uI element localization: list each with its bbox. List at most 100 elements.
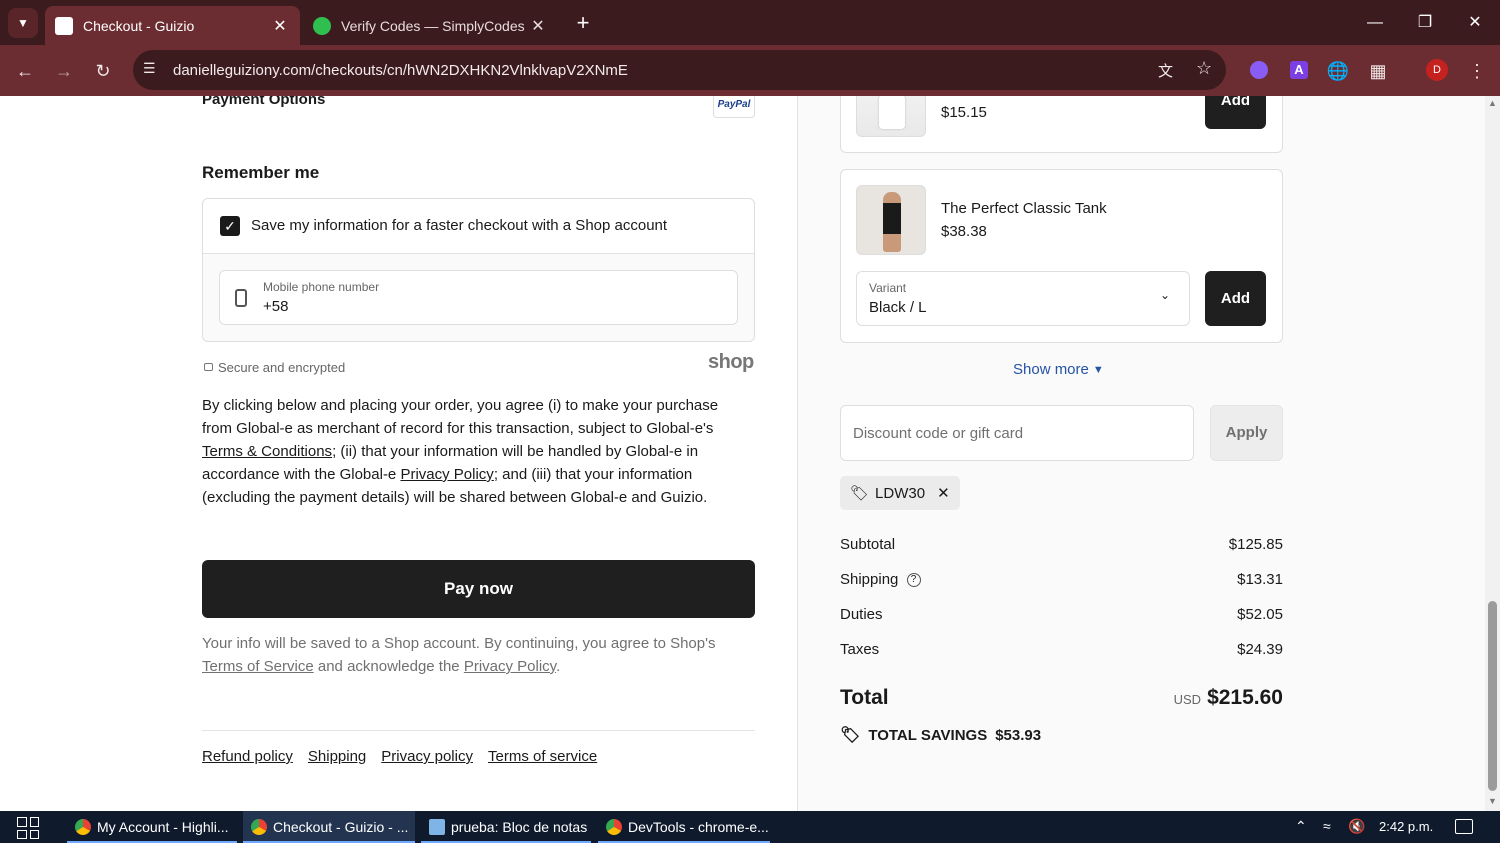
- extension-a-icon[interactable]: A: [1290, 61, 1308, 79]
- legal-text-part: By clicking below and placing your order…: [202, 397, 719, 437]
- grid-cell: [29, 817, 39, 827]
- browser-tab-strip: ▼ Checkout - Guizio ✕ Verify Codes — Sim…: [0, 0, 1500, 45]
- shop-privacy-link[interactable]: Privacy Policy: [464, 658, 556, 675]
- show-more-button[interactable]: Show more ▼: [1013, 361, 1104, 378]
- simplycodes-favicon-icon: [313, 16, 331, 35]
- total-row: Total USD $215.60: [840, 686, 1283, 710]
- close-tab-icon[interactable]: ✕: [528, 16, 548, 36]
- taskbar-item-label: prueba: Bloc de notas: [451, 819, 588, 835]
- summary-value: $13.31: [1237, 571, 1283, 588]
- shop-notice: Your info will be saved to a Shop accoun…: [202, 632, 755, 678]
- page-content: Payment Options PayPal Remember me ✓ Sav…: [0, 96, 1485, 811]
- refund-policy-link[interactable]: Refund policy: [202, 748, 293, 765]
- phone-field[interactable]: [219, 270, 738, 325]
- profile-avatar[interactable]: D: [1426, 59, 1448, 81]
- address-bar[interactable]: ☰ danielleguiziony.com/checkouts/cn/hWN2…: [133, 50, 1226, 90]
- applied-code: LDW30: [875, 484, 926, 502]
- secure-label: Secure and encrypted: [218, 360, 346, 375]
- remember-me-title: Remember me: [202, 163, 320, 182]
- tag-icon: 🏷: [850, 485, 870, 502]
- grid-cell: [17, 829, 27, 839]
- terms-of-service-link[interactable]: Terms of service: [488, 748, 597, 765]
- shipping-link[interactable]: Shipping: [308, 748, 366, 765]
- taskbar-item-checkout[interactable]: Checkout - Guizio - ...: [243, 811, 415, 843]
- globale-privacy-link[interactable]: Privacy Policy: [400, 466, 493, 483]
- forward-icon[interactable]: →: [50, 57, 78, 85]
- taskbar-item-notepad[interactable]: prueba: Bloc de notas: [421, 811, 591, 843]
- summary-label-wrap: Shipping ?: [840, 571, 921, 588]
- save-info-checkbox[interactable]: ✓: [220, 216, 240, 236]
- guizio-favicon-icon: [55, 16, 73, 35]
- tab-checkout[interactable]: Checkout - Guizio ✕: [45, 6, 300, 45]
- phone-field-value: +58: [263, 298, 289, 315]
- savings-label: TOTAL SAVINGS: [868, 726, 988, 744]
- mobile-phone-icon: [235, 289, 247, 307]
- bookmark-star-icon[interactable]: ☆: [1196, 58, 1212, 79]
- page-scrollbar[interactable]: ▲ ▼: [1485, 96, 1500, 811]
- help-icon[interactable]: ?: [906, 573, 921, 588]
- product-price: $38.38: [941, 223, 987, 240]
- shop-terms-link[interactable]: Terms of Service: [202, 658, 314, 675]
- start-grid-icon[interactable]: [17, 817, 39, 839]
- site-info-icon[interactable]: ☰: [143, 60, 156, 77]
- total-savings: 🏷 TOTAL SAVINGS $53.93: [840, 725, 1041, 745]
- grid-cell: [29, 829, 39, 839]
- variant-value: Black / L: [869, 299, 927, 316]
- extensions-puzzle-icon[interactable]: ▦: [1364, 57, 1392, 85]
- chrome-icon: [75, 819, 91, 835]
- taskbar-item-label: Checkout - Guizio - ...: [273, 819, 409, 835]
- product-name: The Perfect Classic Tank: [941, 200, 1107, 217]
- tab-verify-codes[interactable]: Verify Codes — SimplyCodes ✕: [303, 6, 558, 45]
- lock-icon: [204, 363, 213, 371]
- taskbar-item-my-account[interactable]: My Account - Highli...: [67, 811, 237, 843]
- total-currency: USD: [1173, 692, 1202, 707]
- terms-conditions-link[interactable]: Terms & Conditions: [202, 443, 332, 460]
- applied-discount-tag: 🏷 LDW30 ✕: [840, 476, 960, 510]
- extension-simplycodes-icon[interactable]: [1250, 61, 1268, 79]
- summary-value: $52.05: [1237, 606, 1283, 623]
- tab-search-button[interactable]: ▼: [8, 8, 38, 38]
- chrome-icon: [251, 819, 267, 835]
- tab-title: Checkout - Guizio: [83, 17, 195, 34]
- pay-now-button[interactable]: Pay now: [202, 560, 755, 618]
- savings-tag-icon: 🏷: [840, 727, 861, 744]
- apply-button[interactable]: Apply: [1210, 405, 1283, 461]
- reload-icon[interactable]: ↻: [89, 57, 117, 85]
- total-amount: USD $215.60: [1174, 686, 1283, 710]
- privacy-policy-link[interactable]: Privacy policy: [381, 748, 473, 765]
- extension-globe-icon[interactable]: 🌐: [1324, 57, 1352, 85]
- shop-logo: shop: [708, 351, 754, 373]
- minimize-icon[interactable]: —: [1360, 10, 1390, 36]
- new-tab-button[interactable]: +: [570, 10, 596, 36]
- remove-discount-icon[interactable]: ✕: [937, 484, 950, 502]
- legal-text: By clicking below and placing your order…: [202, 394, 742, 509]
- scrollbar-thumb[interactable]: [1488, 601, 1497, 791]
- footer-links: Refund policy Shipping Privacy policy Te…: [202, 748, 597, 765]
- translate-icon[interactable]: 文: [1158, 60, 1173, 81]
- taskbar-item-devtools[interactable]: DevTools - chrome-e...: [598, 811, 770, 843]
- add-upsell-button[interactable]: Add: [1205, 271, 1266, 326]
- volume-muted-icon[interactable]: 🔇: [1348, 818, 1365, 835]
- clock[interactable]: 2:42 p.m.: [1379, 819, 1433, 834]
- summary-label: Subtotal: [840, 536, 896, 553]
- menu-kebab-icon[interactable]: ⋮: [1463, 57, 1491, 85]
- variant-label: Variant: [869, 281, 907, 295]
- close-tab-icon[interactable]: ✕: [270, 16, 290, 36]
- notifications-icon[interactable]: [1455, 819, 1473, 834]
- close-window-icon[interactable]: ✕: [1460, 10, 1490, 36]
- chrome-icon: [606, 819, 622, 835]
- chevron-down-icon: ▼: [1092, 363, 1104, 376]
- scroll-up-arrow-icon[interactable]: ▲: [1488, 98, 1497, 108]
- summary-row-shipping: Shipping ? $13.31: [840, 571, 1283, 588]
- payment-options-heading: Payment Options: [202, 96, 326, 108]
- tray-chevron-up-icon[interactable]: ⌃: [1295, 818, 1307, 835]
- add-upsell-button[interactable]: Add: [1205, 96, 1266, 129]
- back-icon[interactable]: ←: [11, 57, 39, 85]
- restore-icon[interactable]: ❐: [1410, 10, 1440, 36]
- scroll-down-arrow-icon[interactable]: ▼: [1488, 796, 1497, 806]
- discount-placeholder: Discount code or gift card: [853, 424, 1024, 442]
- network-icon[interactable]: ≈: [1323, 818, 1331, 834]
- summary-row-taxes: Taxes $24.39: [840, 641, 1283, 658]
- shop-notice-part: and acknowledge the: [313, 658, 464, 675]
- discount-code-input[interactable]: Discount code or gift card: [840, 405, 1194, 461]
